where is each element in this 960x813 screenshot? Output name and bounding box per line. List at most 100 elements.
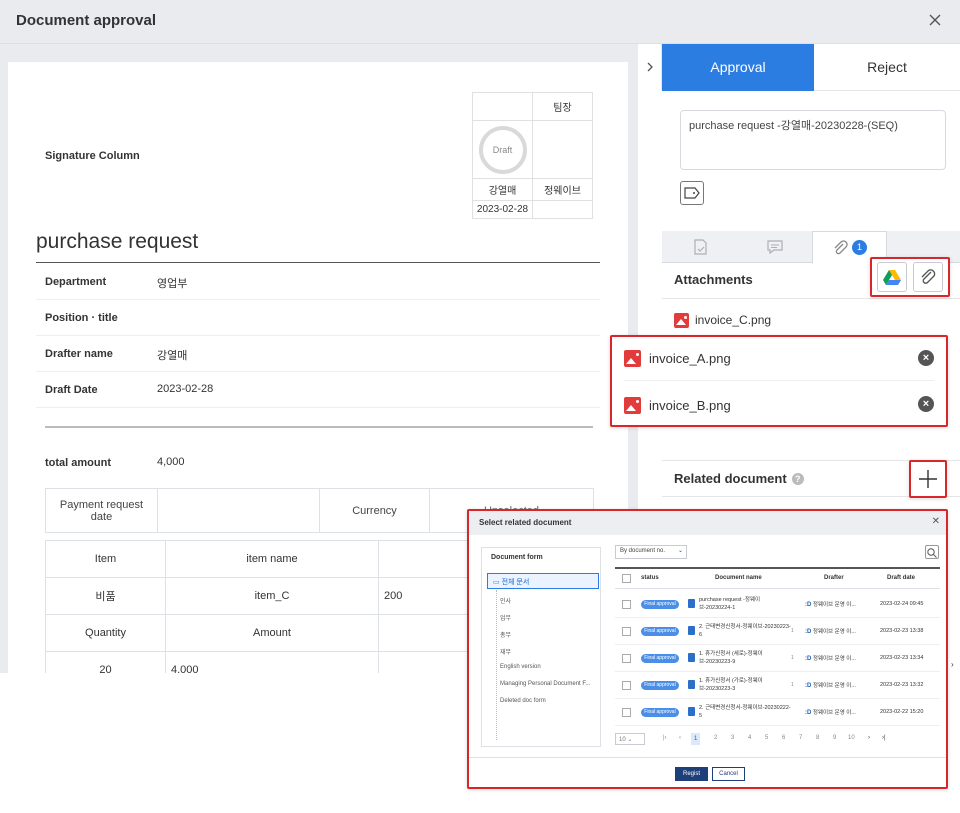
chevron-right-icon[interactable]: › — [951, 660, 954, 669]
drafter-logo: :D — [805, 629, 812, 635]
row-checkbox[interactable] — [622, 627, 631, 636]
page-number[interactable]: 5 — [765, 735, 768, 741]
payment-date-label: Payment request date — [45, 488, 158, 533]
new-file-item[interactable]: invoice_A.png × — [624, 337, 934, 381]
drafter-name: 정웨이브 운영 이... — [812, 629, 856, 635]
remove-file-icon[interactable]: × — [918, 350, 934, 366]
document-name: 2. 근태변경신청서-정웨이브-20230223-6 — [699, 624, 791, 638]
panel-collapse-button[interactable] — [638, 44, 662, 90]
tag-button[interactable] — [680, 181, 704, 205]
payment-date-value[interactable] — [157, 488, 320, 533]
column-draft-date[interactable]: Draft date — [887, 575, 915, 581]
regist-button[interactable]: Regist — [675, 767, 708, 781]
page-number[interactable]: 3 — [731, 735, 734, 741]
tree-item[interactable]: English version — [500, 664, 541, 670]
tag-icon — [684, 187, 700, 199]
page-number[interactable]: 2 — [714, 735, 717, 741]
table-row[interactable]: Final approval 1. 휴가신청서 (세로)-정웨이브-202302… — [615, 645, 940, 672]
subtab-approval-history[interactable] — [662, 231, 737, 263]
search-button[interactable] — [925, 545, 939, 559]
column-document-name[interactable]: Document name — [715, 575, 762, 581]
field-row-position: Position · title — [36, 300, 600, 336]
drafter-name: 정웨이브 운영 이... — [812, 602, 856, 608]
column-drafter[interactable]: Drafter — [824, 575, 844, 581]
chevron-down-icon: ⌄ — [627, 737, 633, 743]
sig-name-2: 정웨이브 — [532, 178, 593, 201]
tree-item-all-documents[interactable]: ▭ 전체 문서 — [487, 573, 599, 589]
total-label: total amount — [45, 457, 111, 469]
paperclip-icon — [834, 239, 848, 254]
table-row[interactable]: Final approval purchase request -정웨이브-20… — [615, 591, 940, 618]
draft-stamp: Draft — [478, 125, 527, 174]
table-row[interactable]: Final approval 2. 근태변경신청서-정웨이브-20230222-… — [615, 699, 940, 726]
chevron-down-icon: ⌄ — [677, 548, 683, 554]
attach-file-button[interactable] — [913, 262, 943, 292]
page-size-select[interactable]: 10 ⌄ — [615, 733, 645, 745]
tree-item[interactable]: Deleted doc form — [500, 698, 546, 704]
select-all-checkbox[interactable] — [622, 574, 631, 583]
drafter: :D 정웨이브 운영 이... — [805, 708, 856, 716]
signature-column-label: Signature Column — [45, 150, 140, 162]
attached-file-item[interactable]: invoice_C.png — [674, 310, 771, 330]
document-title: purchase request — [36, 230, 199, 253]
tab-approval[interactable]: Approval — [662, 44, 814, 91]
prev-page-icon[interactable]: ‹ — [679, 735, 681, 741]
column-status[interactable]: status — [641, 575, 659, 581]
cancel-button[interactable]: Cancel — [712, 767, 745, 781]
help-icon[interactable]: ? — [791, 473, 804, 485]
table-row[interactable]: Final approval 2. 근태변경신청서-정웨이브-20230223-… — [615, 618, 940, 645]
tree-item[interactable]: 총무 — [500, 630, 511, 639]
related-document-title: Related document? — [674, 471, 804, 486]
modal-close-icon[interactable]: ✕ — [932, 516, 940, 527]
comment-count: 1 — [791, 682, 794, 688]
last-page-icon[interactable]: ›| — [882, 735, 886, 741]
search-type-select[interactable]: By document no. ⌄ — [615, 545, 687, 559]
first-page-icon[interactable]: |‹ — [663, 735, 667, 741]
stamp-text: Draft — [492, 144, 513, 155]
page-number[interactable]: 7 — [799, 735, 802, 741]
drafter-logo: :D — [805, 683, 812, 689]
document-name: 1. 휴가신청서 (가로)-정웨이브-20230223-3 — [699, 678, 763, 692]
page-number[interactable]: 10 — [848, 735, 855, 741]
row-checkbox[interactable] — [622, 600, 631, 609]
search-icon — [927, 548, 937, 558]
tree-item[interactable]: Managing Personal Document F... — [500, 681, 590, 687]
remove-file-icon[interactable]: × — [918, 396, 934, 412]
new-file-item[interactable]: invoice_B.png × — [624, 383, 934, 427]
row-checkbox[interactable] — [622, 654, 631, 663]
drafter: :D 정웨이브 운영 이... — [805, 681, 856, 689]
field-label: Draft Date — [45, 384, 98, 396]
page-number[interactable]: 9 — [833, 735, 836, 741]
drafter-name: 정웨이브 운영 이... — [812, 710, 856, 716]
draft-date: 2023-02-24 09:45 — [880, 601, 924, 607]
page-number[interactable]: 4 — [748, 735, 751, 741]
page-number[interactable]: 6 — [782, 735, 785, 741]
next-page-icon[interactable]: › — [868, 735, 870, 741]
status-badge: Final approval — [641, 654, 679, 663]
drafter-logo: :D — [805, 656, 812, 662]
drafter-logo: :D — [805, 710, 812, 716]
subtab-comments[interactable] — [737, 231, 812, 263]
tab-reject[interactable]: Reject — [814, 44, 960, 91]
close-icon[interactable] — [924, 9, 946, 31]
qty-cell: 20 — [45, 651, 166, 673]
field-value: 강열매 — [157, 350, 188, 362]
document-name: purchase request -정웨이브-20230224-1 — [699, 597, 761, 611]
page-number[interactable]: 1 — [691, 733, 701, 745]
tree-item[interactable]: 재무 — [500, 647, 511, 656]
draft-date: 2023-02-23 13:38 — [880, 628, 924, 634]
items-header-item: Item — [45, 540, 166, 578]
google-drive-button[interactable] — [877, 262, 907, 292]
signature-table: 팀장 Draft 강열매 정웨이브 2023-02-28 — [472, 92, 593, 219]
row-checkbox[interactable] — [622, 708, 631, 717]
tree-item[interactable]: 인사 — [500, 596, 511, 605]
add-related-document-button[interactable] — [909, 460, 947, 498]
sig-date: 2023-02-28 — [472, 200, 533, 219]
table-row[interactable]: Final approval 1. 휴가신청서 (가로)-정웨이브-202302… — [615, 672, 940, 699]
row-checkbox[interactable] — [622, 681, 631, 690]
document-name: 2. 근태변경신청서-정웨이브-20230222-5 — [699, 705, 791, 719]
tree-item[interactable]: 업무 — [500, 613, 511, 622]
page-number[interactable]: 8 — [816, 735, 819, 741]
approval-comment-input[interactable]: purchase request -강열매-20230228-(SEQ) — [680, 110, 946, 170]
folder-icon: ▭ — [493, 579, 500, 586]
